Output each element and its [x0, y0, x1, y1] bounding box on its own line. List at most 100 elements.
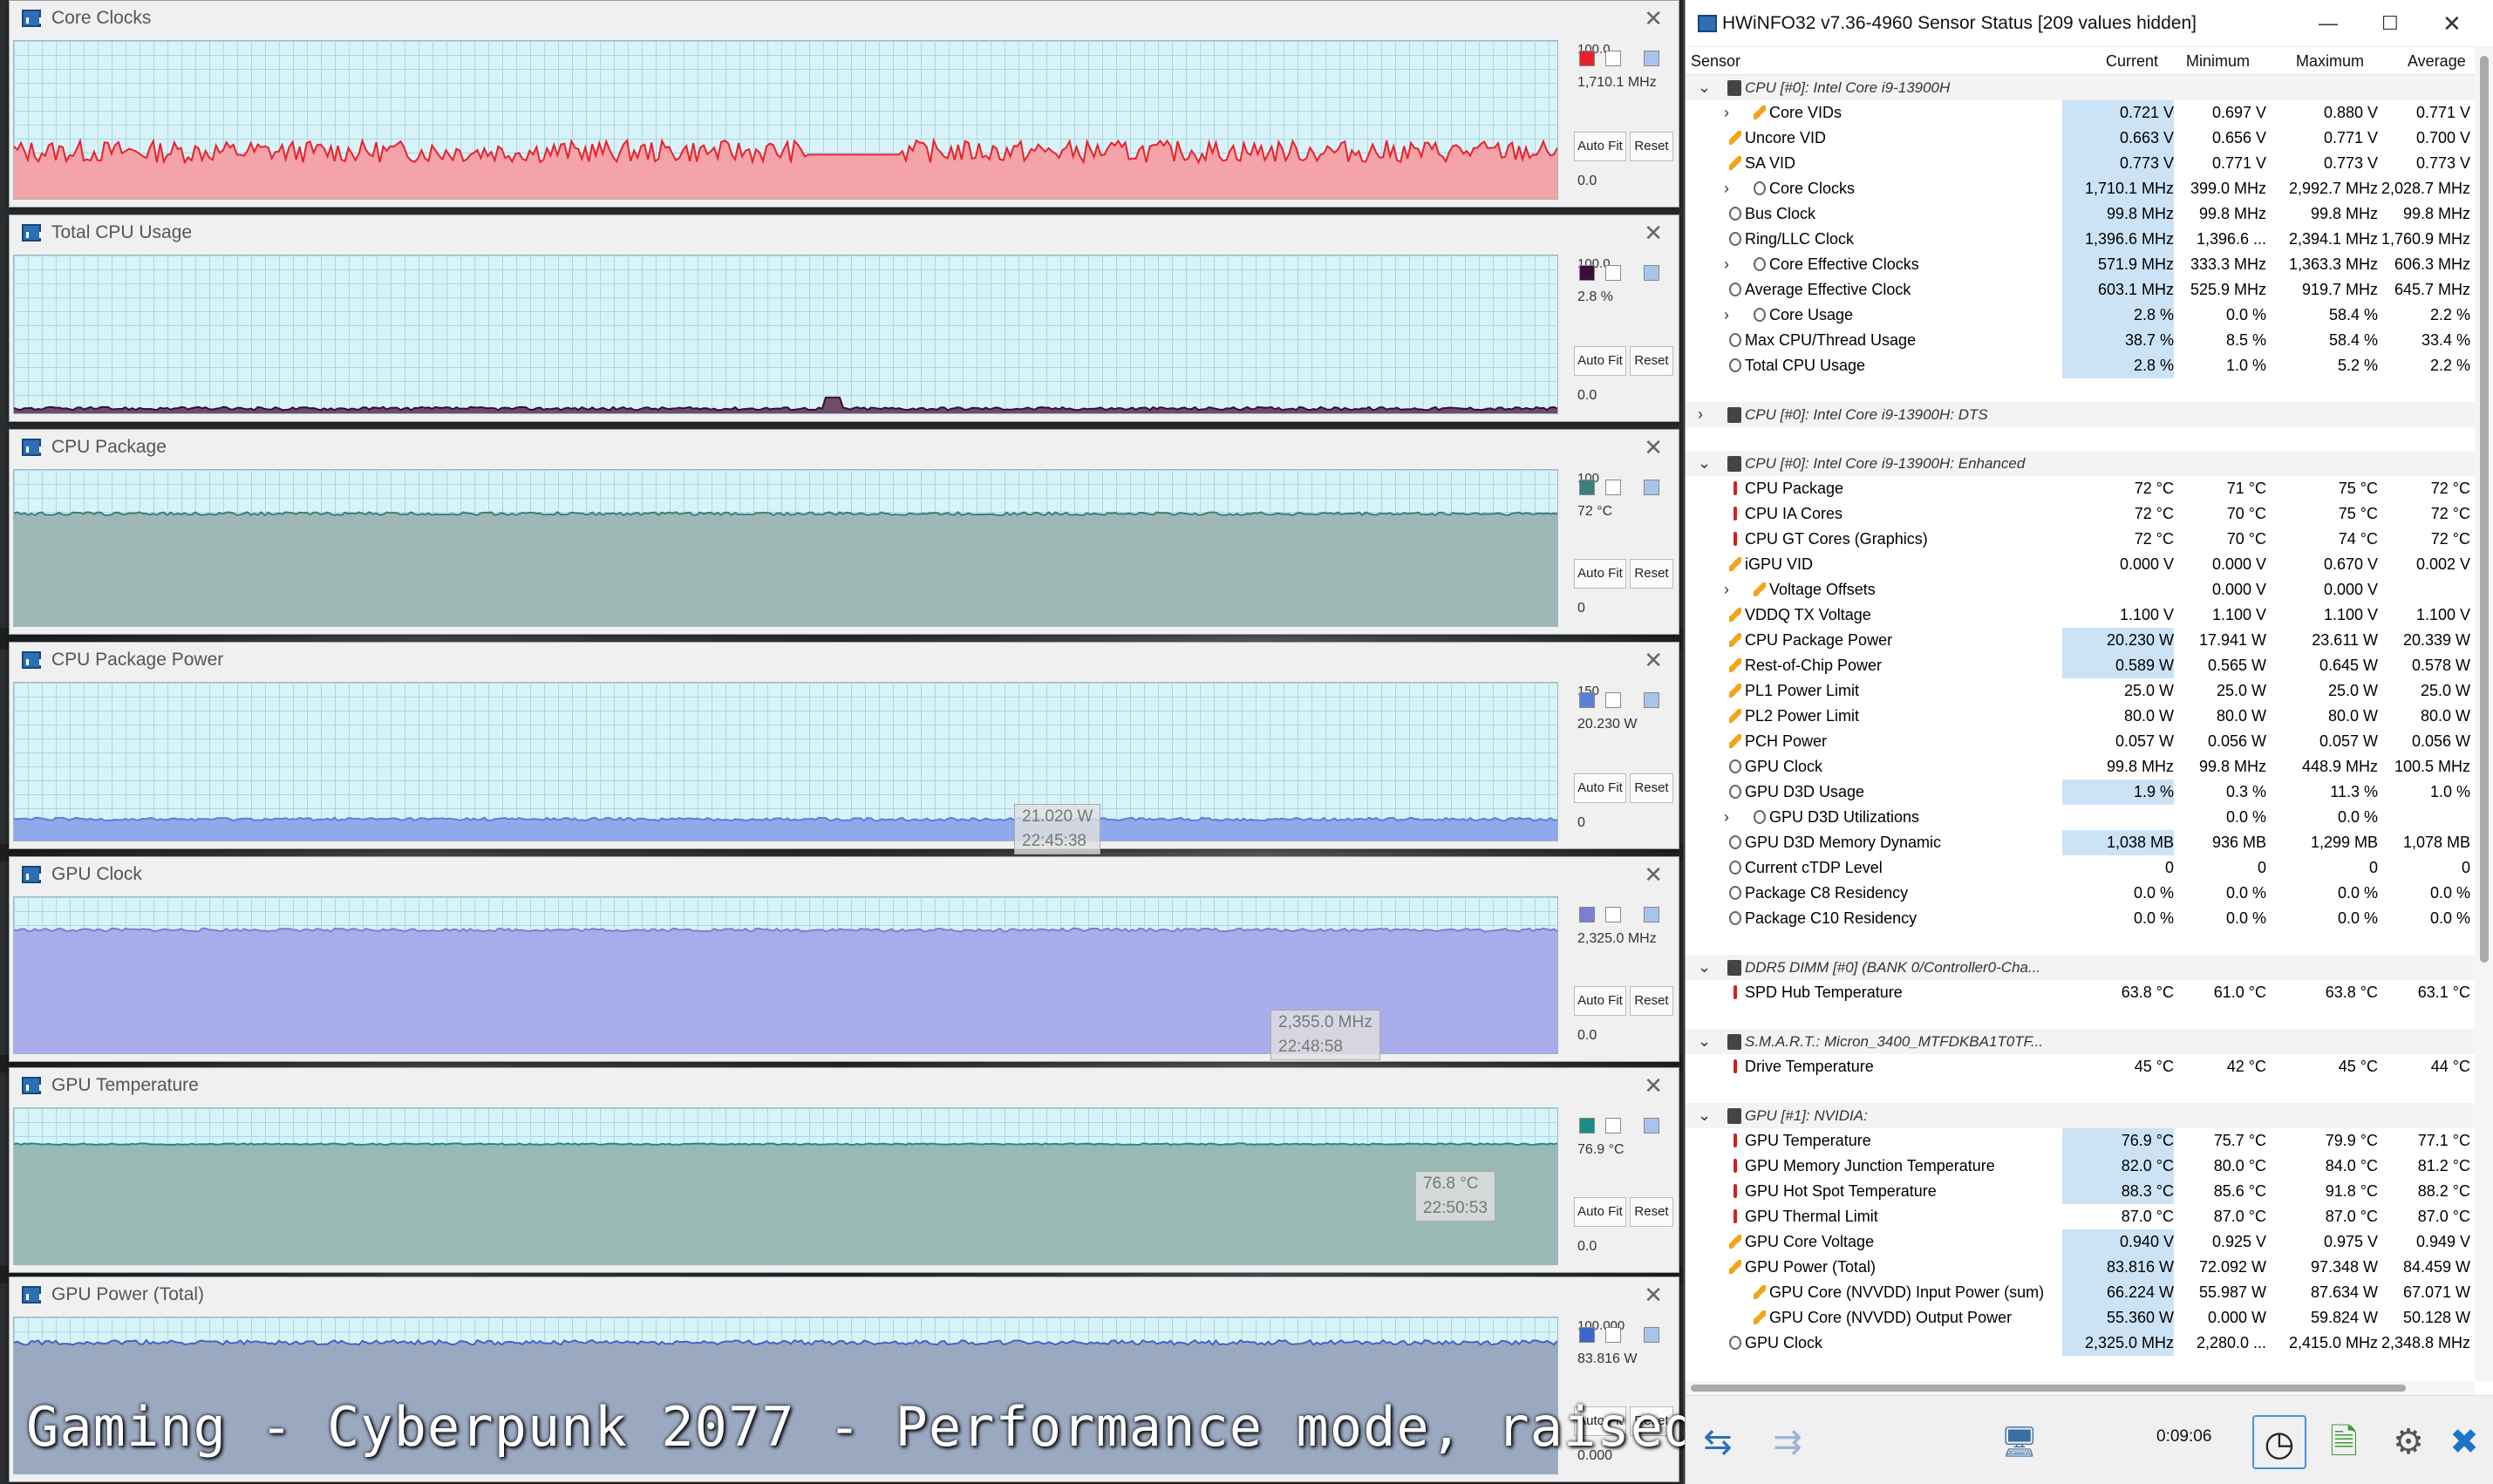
graph-title-bar[interactable]: GPU Temperature ✕ — [10, 1068, 1679, 1103]
color-swatch[interactable] — [1605, 480, 1621, 495]
sensor-row[interactable]: PCH Power 0.057 W 0.056 W 0.057 W 0.056 W — [1686, 729, 2475, 754]
sensor-row[interactable]: Uncore VID 0.663 V 0.656 V 0.771 V 0.700 V — [1686, 126, 2475, 151]
col-maximum[interactable]: Maximum — [2296, 47, 2364, 75]
network-monitor-icon[interactable]: 🖥 — [1992, 1415, 2047, 1469]
color-swatch[interactable] — [1644, 1118, 1659, 1133]
nav-back-forward-icon[interactable]: ⇆ — [1691, 1415, 1745, 1469]
color-swatch[interactable] — [1579, 1327, 1595, 1343]
color-swatch[interactable] — [1644, 1327, 1659, 1343]
sensor-row[interactable]: Ring/LLC Clock 1,396.6 MHz 1,396.6 ... 2,39… — [1686, 227, 2475, 252]
scroll-thumb[interactable] — [2480, 56, 2489, 963]
chevron-right-icon[interactable]: › — [1724, 252, 1729, 277]
sensor-row[interactable]: › Core Clocks 1,710.1 MHz 399.0 MHz 2,992.7 … — [1686, 176, 2475, 201]
sensor-row[interactable]: PL2 Power Limit 80.0 W 80.0 W 80.0 W 80.0 W — [1686, 704, 2475, 729]
graph-title-bar[interactable]: GPU Power (Total) ✕ — [10, 1277, 1679, 1312]
graph-window[interactable]: GPU Temperature ✕ 76.9 °C Auto Fit Reset… — [9, 1067, 1679, 1273]
color-swatch[interactable] — [1579, 265, 1595, 281]
sensor-group-row[interactable]: ⌄ GPU [#1]: NVIDIA: — [1686, 1103, 2475, 1128]
sensor-group-row[interactable]: › CPU [#0]: Intel Core i9-13900H: DTS — [1686, 402, 2475, 427]
color-swatch[interactable] — [1605, 265, 1621, 281]
sensor-row[interactable]: Drive Temperature 45 °C 42 °C 45 °C 44 °C — [1686, 1054, 2475, 1079]
graph-window[interactable]: CPU Package ✕ 100 72 °C Auto Fit Reset 0 — [9, 429, 1679, 635]
chevron-right-icon[interactable]: › — [1724, 805, 1729, 830]
color-swatch[interactable] — [1605, 1327, 1621, 1343]
col-average[interactable]: Average — [2408, 47, 2466, 75]
sensor-row[interactable]: GPU Clock 99.8 MHz 99.8 MHz 448.9 MHz 100.5 … — [1686, 754, 2475, 779]
sensor-row[interactable]: Total CPU Usage 2.8 % 1.0 % 5.2 % 2.2 % — [1686, 353, 2475, 378]
sensor-row[interactable]: Bus Clock 99.8 MHz 99.8 MHz 99.8 MHz 99.8 MH… — [1686, 201, 2475, 227]
close-icon[interactable]: ✕ — [1644, 643, 1663, 677]
sensor-row[interactable]: SA VID 0.773 V 0.771 V 0.773 V 0.773 V — [1686, 151, 2475, 176]
chevron-down-icon[interactable]: ⌄ — [1698, 451, 1711, 476]
sensor-row[interactable]: CPU Package 72 °C 71 °C 75 °C 72 °C — [1686, 476, 2475, 501]
sensor-list[interactable]: ⌄ CPU [#0]: Intel Core i9-13900H › Core VID… — [1686, 75, 2475, 1381]
chevron-down-icon[interactable]: ⌄ — [1698, 1103, 1711, 1128]
chevron-right-icon[interactable]: › — [1698, 402, 1703, 427]
sensor-row[interactable]: › Core VIDs 0.721 V 0.697 V 0.880 V 0.771 V — [1686, 100, 2475, 126]
color-swatch[interactable] — [1579, 692, 1595, 708]
graph-window[interactable]: CPU Package Power ✕ 150 20.230 W Auto Fi… — [9, 642, 1679, 854]
sensor-row[interactable]: GPU D3D Usage 1.9 % 0.3 % 11.3 % 1.0 % — [1686, 779, 2475, 805]
settings-gear-icon[interactable]: ⚙ — [2381, 1415, 2435, 1469]
color-swatch[interactable] — [1579, 907, 1595, 922]
close-icon[interactable]: ✕ — [1644, 430, 1663, 465]
sensor-group-row[interactable]: ⌄ CPU [#0]: Intel Core i9-13900H — [1686, 75, 2475, 100]
sensor-row[interactable]: › Core Effective Clocks 571.9 MHz 333.3 MHz… — [1686, 252, 2475, 277]
chevron-right-icon[interactable]: › — [1724, 176, 1729, 201]
vertical-scrollbar[interactable] — [2475, 47, 2493, 1381]
sensor-row[interactable]: GPU Core (NVVDD) Input Power (sum) 66.224… — [1686, 1280, 2475, 1305]
reset-button[interactable]: Reset — [1630, 346, 1673, 376]
sensor-row[interactable]: CPU GT Cores (Graphics) 72 °C 70 °C 74 °C 72… — [1686, 527, 2475, 552]
col-current[interactable]: Current — [2106, 47, 2158, 75]
graph-window[interactable]: Core Clocks ✕ 100.0 1,710.1 MHz Auto Fit… — [9, 0, 1679, 208]
sensor-row[interactable]: SPD Hub Temperature 63.8 °C 61.0 °C 63.8 °C… — [1686, 980, 2475, 1005]
close-icon[interactable]: ✕ — [2442, 0, 2462, 47]
sensor-row[interactable]: Max CPU/Thread Usage 38.7 % 8.5 % 58.4 % 33.… — [1686, 328, 2475, 353]
sensor-row[interactable]: GPU Thermal Limit 87.0 °C 87.0 °C 87.0 °C 87… — [1686, 1204, 2475, 1229]
sensor-row[interactable]: Average Effective Clock 603.1 MHz 525.9 MH… — [1686, 277, 2475, 303]
color-swatch[interactable] — [1605, 51, 1621, 66]
auto-fit-button[interactable]: Auto Fit — [1574, 986, 1626, 1016]
maximize-icon[interactable]: ☐ — [2381, 0, 2399, 47]
sensor-row[interactable]: CPU Package Power 20.230 W 17.941 W 23.611 … — [1686, 628, 2475, 653]
color-swatch[interactable] — [1644, 265, 1659, 281]
reset-button[interactable]: Reset — [1630, 559, 1673, 589]
chevron-down-icon[interactable]: ⌄ — [1698, 75, 1711, 100]
chevron-down-icon[interactable]: ⌄ — [1698, 1029, 1711, 1054]
close-icon[interactable]: ✕ — [1644, 1277, 1663, 1312]
graph-title-bar[interactable]: Core Clocks ✕ — [10, 1, 1679, 36]
color-swatch[interactable] — [1605, 1118, 1621, 1133]
scroll-thumb[interactable] — [1691, 1385, 2406, 1392]
auto-fit-button[interactable]: Auto Fit — [1574, 773, 1626, 803]
sensor-row[interactable]: GPU D3D Memory Dynamic 1,038 MB 936 MB 1,29… — [1686, 830, 2475, 855]
close-x-icon[interactable]: ✖ — [2437, 1415, 2491, 1469]
sensor-row[interactable]: CPU IA Cores 72 °C 70 °C 75 °C 72 °C — [1686, 501, 2475, 527]
graph-window[interactable]: GPU Clock ✕ 2,325.0 MHz Auto Fit Reset 0… — [9, 856, 1679, 1062]
sensor-row[interactable]: GPU Hot Spot Temperature 88.3 °C 85.6 °C 91… — [1686, 1179, 2475, 1204]
reset-button[interactable]: Reset — [1630, 986, 1673, 1016]
graph-title-bar[interactable]: CPU Package ✕ — [10, 430, 1679, 465]
chevron-right-icon[interactable]: › — [1724, 577, 1729, 602]
chevron-down-icon[interactable]: ⌄ — [1698, 955, 1711, 980]
horizontal-scrollbar[interactable] — [1686, 1381, 2475, 1395]
col-minimum[interactable]: Minimum — [2186, 47, 2250, 75]
col-sensor[interactable]: Sensor — [1691, 47, 1740, 75]
auto-fit-button[interactable]: Auto Fit — [1574, 1197, 1626, 1227]
minimize-icon[interactable]: — — [2319, 0, 2338, 47]
chevron-right-icon[interactable]: › — [1724, 303, 1729, 328]
graph-title-bar[interactable]: CPU Package Power ✕ — [10, 643, 1679, 677]
nav-forward-icon[interactable]: ⇉ — [1761, 1415, 1815, 1469]
sensor-row[interactable]: GPU Core (NVVDD) Output Power 55.360 W 0.0… — [1686, 1305, 2475, 1331]
color-swatch[interactable] — [1644, 907, 1659, 922]
close-icon[interactable]: ✕ — [1644, 215, 1663, 250]
sensor-row[interactable]: Package C10 Residency 0.0 % 0.0 % 0.0 % 0.0 … — [1686, 906, 2475, 931]
graph-title-bar[interactable]: Total CPU Usage ✕ — [10, 215, 1679, 250]
sensor-row[interactable]: PL1 Power Limit 25.0 W 25.0 W 25.0 W 25.0 W — [1686, 678, 2475, 704]
close-icon[interactable]: ✕ — [1644, 1068, 1663, 1103]
sensor-row[interactable]: Current cTDP Level 0 0 0 0 — [1686, 855, 2475, 881]
graph-title-bar[interactable]: GPU Clock ✕ — [10, 857, 1679, 892]
sensor-group-row[interactable]: ⌄ CPU [#0]: Intel Core i9-13900H: Enhance… — [1686, 451, 2475, 476]
sensor-group-row[interactable]: ⌄ S.M.A.R.T.: Micron_3400_MTFDKBA1T0TF... — [1686, 1029, 2475, 1054]
reset-button[interactable]: Reset — [1630, 1197, 1673, 1227]
sensor-row[interactable]: Package C8 Residency 0.0 % 0.0 % 0.0 % 0.0 % — [1686, 881, 2475, 906]
